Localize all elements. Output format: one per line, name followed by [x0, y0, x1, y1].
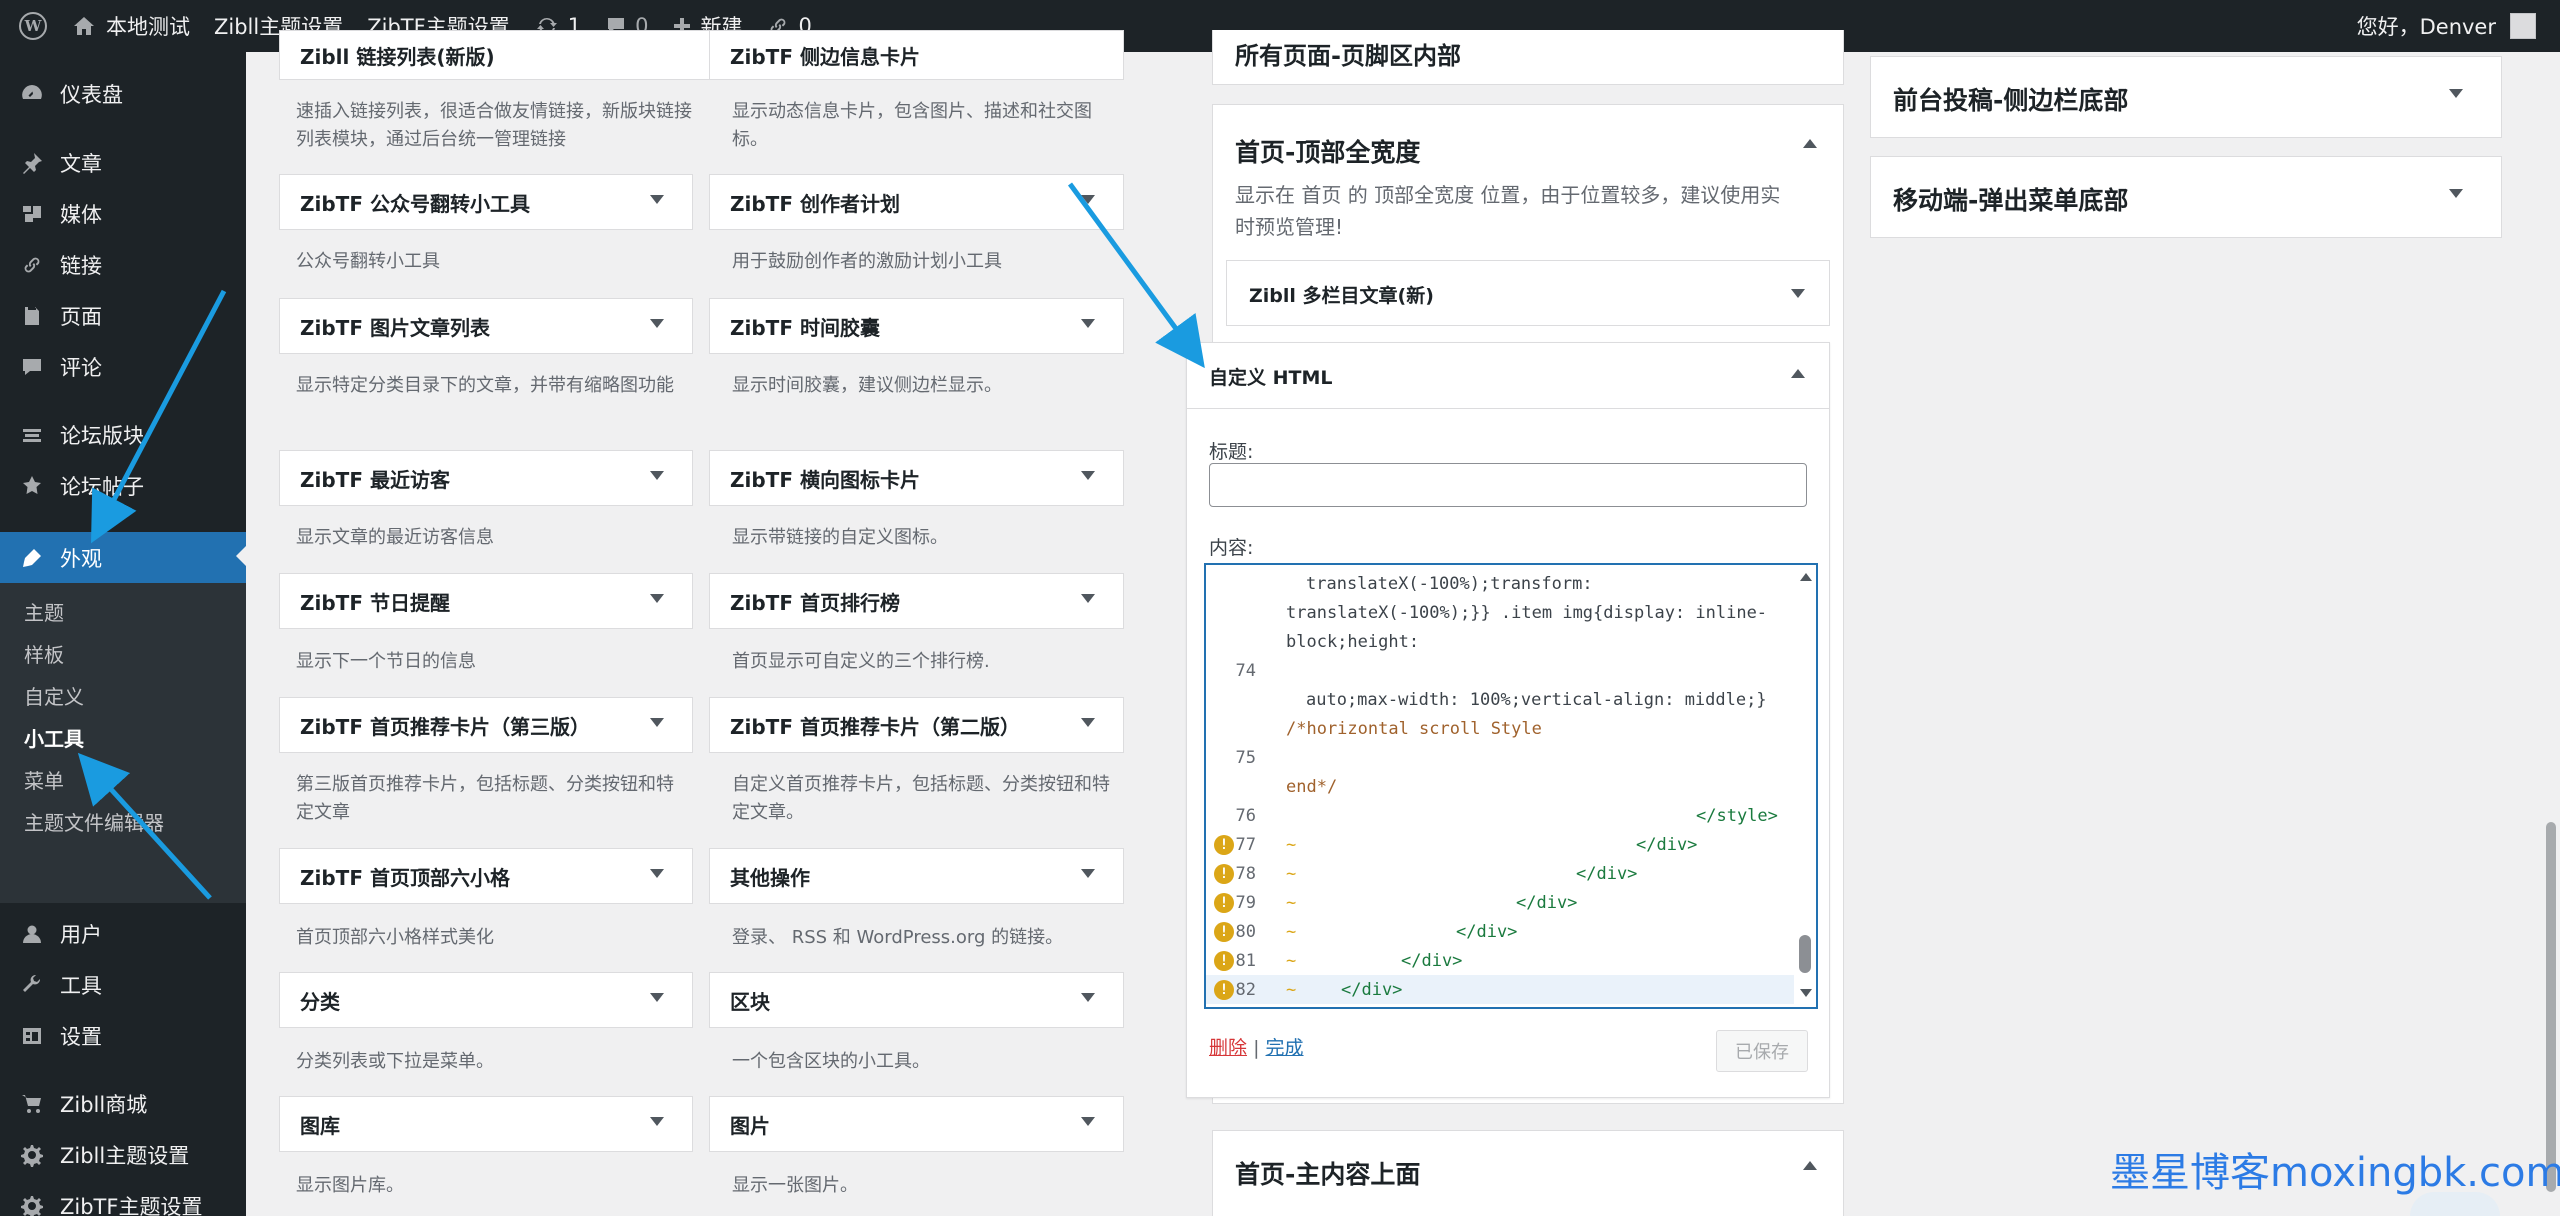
- annotation-arrow-widgets: [77, 752, 212, 900]
- watermark: 墨星博客moxingbk.com: [2110, 1150, 2560, 1196]
- annotation-arrow-appearance: [91, 289, 227, 544]
- mascot-image: [2410, 1192, 2500, 1216]
- annotation-arrow-custom-html: [1067, 182, 1205, 369]
- annotation-arrows: [77, 182, 1205, 900]
